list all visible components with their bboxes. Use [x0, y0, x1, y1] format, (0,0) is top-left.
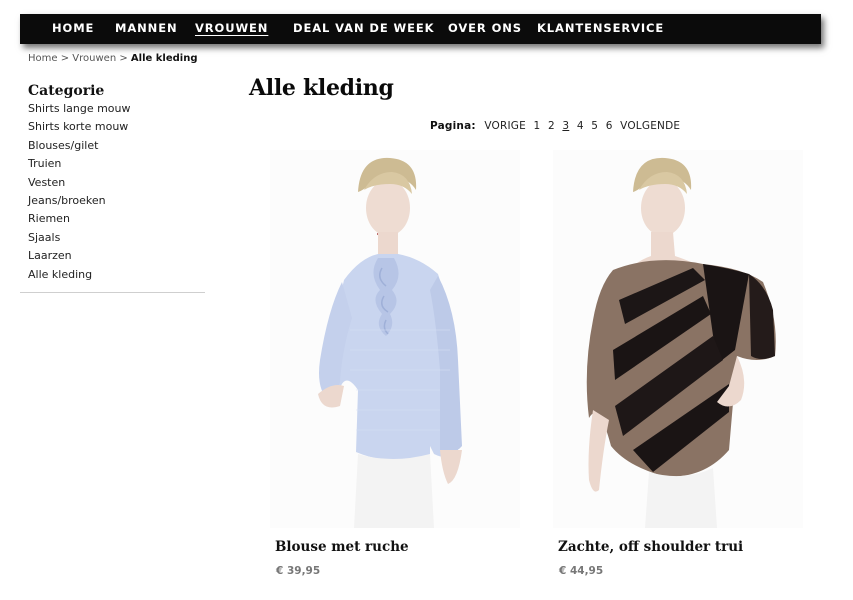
category-link-vesten[interactable]: Vesten: [28, 176, 65, 189]
breadcrumb-home[interactable]: Home: [28, 53, 58, 64]
category-item: Blouses/gilet: [28, 137, 205, 155]
breadcrumb-current: Alle kleding: [130, 53, 198, 64]
product-card: Blouse met ruche € 39,95: [270, 150, 520, 577]
category-link-blouses-gilet[interactable]: Blouses/gilet: [28, 139, 98, 152]
category-link-sjaals[interactable]: Sjaals: [28, 231, 60, 244]
breadcrumb-vrouwen[interactable]: Vrouwen: [72, 53, 116, 64]
pagination-page-5[interactable]: 5: [591, 120, 598, 132]
sidebar-title: Categorie: [28, 83, 105, 99]
category-item: Vesten: [28, 174, 205, 192]
category-item: Jeans/broeken: [28, 192, 205, 210]
product-name[interactable]: Zachte, off shoulder trui: [558, 539, 743, 555]
category-link-shirts-korte-mouw[interactable]: Shirts korte mouw: [28, 120, 128, 133]
sidebar-divider: [20, 292, 205, 293]
category-link-laarzen[interactable]: Laarzen: [28, 249, 72, 262]
pagination-page-2[interactable]: 2: [548, 120, 555, 132]
category-item: Alle kleding: [28, 266, 205, 284]
category-item: Shirts lange mouw: [28, 100, 205, 118]
product-price: € 44,95: [559, 565, 604, 577]
category-link-shirts-lange-mouw[interactable]: Shirts lange mouw: [28, 102, 131, 115]
category-item: Laarzen: [28, 247, 205, 265]
pagination-label: Pagina:: [430, 120, 476, 132]
category-link-riemen[interactable]: Riemen: [28, 212, 70, 225]
nav-deal-van-de-week[interactable]: DEAL VAN DE WEEK: [293, 14, 434, 44]
nav-mannen[interactable]: MANNEN: [115, 14, 177, 44]
nav-klantenservice[interactable]: KLANTENSERVICE: [537, 14, 664, 44]
category-link-alle-kleding[interactable]: Alle kleding: [28, 268, 92, 281]
model-striped-top-photo: [553, 150, 803, 528]
category-list: Shirts lange mouw Shirts korte mouw Blou…: [20, 100, 205, 284]
pagination-page-6[interactable]: 6: [606, 120, 613, 132]
category-item: Riemen: [28, 210, 205, 228]
product-image-blue-blouse[interactable]: [270, 150, 520, 528]
pagination-page-3-current[interactable]: 3: [562, 120, 569, 132]
nav-over-ons[interactable]: OVER ONS: [448, 14, 522, 44]
product-card: Zachte, off shoulder trui € 44,95: [553, 150, 803, 577]
product-name[interactable]: Blouse met ruche: [275, 539, 409, 555]
model-blue-blouse-photo: [270, 150, 520, 528]
pagination-next[interactable]: VOLGENDE: [620, 120, 680, 132]
pagination-prev[interactable]: VORIGE: [484, 120, 526, 132]
pagination: Pagina: VORIGE 1 2 3 4 5 6 VOLGENDE: [430, 120, 682, 132]
breadcrumb-separator: >: [119, 53, 128, 64]
main-nav: HOME MANNEN VROUWEN DEAL VAN DE WEEK OVE…: [20, 14, 821, 44]
nav-vrouwen[interactable]: VROUWEN: [195, 14, 268, 44]
category-sidebar: Categorie Shirts lange mouw Shirts korte…: [20, 82, 205, 284]
nav-home[interactable]: HOME: [52, 14, 94, 44]
breadcrumb: Home > Vrouwen > Alle kleding: [28, 53, 198, 64]
pagination-page-1[interactable]: 1: [534, 120, 541, 132]
category-link-truien[interactable]: Truien: [28, 157, 61, 170]
category-item: Sjaals: [28, 229, 205, 247]
category-item: Truien: [28, 155, 205, 173]
product-image-striped-top[interactable]: [553, 150, 803, 528]
product-price: € 39,95: [276, 565, 321, 577]
category-link-jeans-broeken[interactable]: Jeans/broeken: [28, 194, 106, 207]
category-item: Shirts korte mouw: [28, 118, 205, 136]
pagination-page-4[interactable]: 4: [577, 120, 584, 132]
breadcrumb-separator: >: [60, 53, 70, 64]
page-title: Alle kleding: [249, 75, 394, 101]
